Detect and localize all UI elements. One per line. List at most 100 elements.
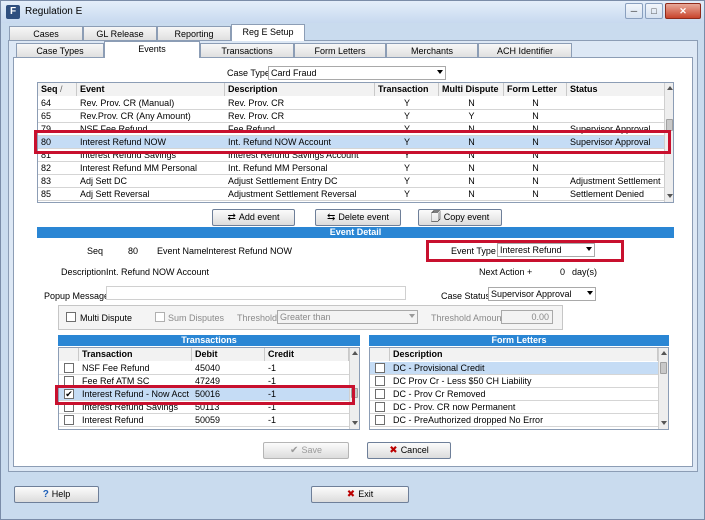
form-letters-grid: Description DC - Provisional Credit DC Pr… — [369, 347, 669, 430]
tab-form-letters[interactable]: Form Letters — [294, 43, 386, 58]
form-letter-row[interactable]: DC - PreAuthorized dropped No Error — [370, 414, 658, 427]
event-type-select[interactable]: Interest Refund — [497, 243, 595, 257]
multi-dispute-checkbox[interactable] — [66, 312, 76, 322]
title-bar[interactable]: F Regulation E ─ □ ✕ — [1, 1, 704, 23]
form-letter-row[interactable]: DC - Prov. CR now Permanent — [370, 401, 658, 414]
col-debit[interactable]: Debit — [192, 348, 265, 361]
seq-value[interactable]: 80 — [128, 246, 138, 256]
transaction-row[interactable]: Fee Ref ATM SC 47249 -1 — [59, 375, 349, 388]
form-letter-description: DC - Provisional Credit — [393, 363, 485, 373]
events-grid-scrollbar[interactable] — [664, 83, 673, 202]
transactions-scrollbar[interactable] — [349, 348, 359, 429]
form-letter-row[interactable]: DC - Provisional Credit — [370, 362, 658, 375]
col-form-letter[interactable]: Form Letter — [504, 83, 567, 96]
transaction-cell-transaction: Interest Refund Savings — [82, 402, 179, 412]
scroll-down-icon[interactable] — [661, 421, 667, 425]
event-row[interactable]: 80 Interest Refund NOW Int. Refund NOW Acc… — [38, 136, 665, 149]
maximize-icon[interactable]: □ — [645, 3, 663, 19]
event-cell-transaction: Y — [403, 98, 410, 108]
close-icon[interactable]: ✕ — [665, 3, 701, 19]
transaction-row[interactable]: Interest Refund Savings 50113 -1 — [59, 401, 349, 414]
col-description[interactable]: Description — [225, 83, 375, 96]
delete-event-button[interactable]: ⇆ Delete event — [315, 209, 401, 226]
transaction-checkbox[interactable] — [64, 363, 74, 373]
event-row[interactable]: 64 Rev. Prov. CR (Manual) Rev. Prov. CR Y N N — [38, 97, 665, 110]
transaction-checkbox[interactable] — [64, 415, 74, 425]
tab-case-types[interactable]: Case Types — [16, 43, 104, 58]
col-status[interactable]: Status — [567, 83, 665, 96]
scroll-thumb[interactable] — [666, 119, 673, 131]
tab-reporting[interactable]: Reporting — [157, 26, 231, 41]
event-row[interactable]: 81 Interest Refund Savings Interest Refund… — [38, 149, 665, 162]
form-letter-row[interactable]: DC - Prov Cr Removed — [370, 388, 658, 401]
col-seq[interactable]: Seq / — [38, 83, 77, 96]
tab-cases[interactable]: Cases — [9, 26, 83, 41]
event-cell-multi-dispute: N — [468, 150, 475, 160]
form-letter-checkbox[interactable] — [375, 363, 385, 373]
form-letters-scrollbar[interactable] — [658, 348, 668, 429]
scroll-up-icon[interactable] — [352, 351, 358, 355]
transaction-row[interactable]: NSF Fee Refund 45040 -1 — [59, 362, 349, 375]
popup-message-label: Popup Message — [44, 291, 110, 301]
case-type-select[interactable]: Card Fraud — [268, 66, 446, 80]
cancel-icon: ✖ — [389, 445, 398, 456]
form-letter-checkbox[interactable] — [375, 376, 385, 386]
event-row[interactable]: 83 Adj Sett DC Adjust Settlement Entry DC Y… — [38, 175, 665, 188]
exit-button[interactable]: ✖ Exit — [311, 486, 409, 503]
event-row[interactable]: 65 Rev.Prov. CR (Any Amount) Rev. Prov. CR… — [38, 110, 665, 123]
sum-disputes-checkbox[interactable] — [155, 312, 165, 322]
tab-ach-identifier[interactable]: ACH Identifier — [478, 43, 572, 58]
transaction-checkbox[interactable] — [64, 402, 74, 412]
tab-reg-e-setup[interactable]: Reg E Setup — [231, 24, 305, 41]
event-row[interactable]: 79 NSF Fee Refund Fee Refund Y N N Supervisor … — [38, 123, 665, 136]
event-cell-status — [567, 149, 665, 162]
transaction-cell-credit: -1 — [268, 402, 277, 412]
threshold-amount-input[interactable]: 0.00 — [501, 310, 553, 324]
event-row[interactable]: 85 Adj Sett Reversal Adjustment Settlement… — [38, 188, 665, 201]
form-letter-checkbox[interactable] — [375, 402, 385, 412]
col-event[interactable]: Event — [77, 83, 225, 96]
add-event-button[interactable]: ⇄ Add event — [212, 209, 295, 226]
scroll-down-icon[interactable] — [667, 194, 673, 198]
help-button[interactable]: ? Help — [14, 486, 99, 503]
copy-event-button[interactable]: 🗍 Copy event — [418, 209, 502, 226]
scroll-thumb[interactable] — [660, 362, 667, 374]
scroll-thumb[interactable] — [351, 388, 358, 398]
tab-merchants[interactable]: Merchants — [386, 43, 478, 58]
chevron-down-icon — [587, 291, 593, 295]
cancel-button[interactable]: ✖ Cancel — [367, 442, 451, 459]
transaction-row[interactable]: ✔ Interest Refund - Now Acct 50016 -1 — [59, 388, 349, 401]
transaction-row[interactable]: Interest Refund 50059 -1 — [59, 414, 349, 427]
save-button[interactable]: ✔ Save — [263, 442, 349, 459]
col-multi-dispute[interactable]: Multi Dispute — [439, 83, 504, 96]
threshold-select[interactable]: Greater than — [277, 310, 418, 324]
form-letter-checkbox[interactable] — [375, 389, 385, 399]
form-letter-checkbox[interactable] — [375, 415, 385, 425]
event-name-field[interactable]: Interest Refund NOW — [206, 246, 292, 256]
form-letter-row[interactable]: DC Prov Cr - Less $50 CH Liability — [370, 375, 658, 388]
transaction-checkbox[interactable] — [64, 376, 74, 386]
window-title: Regulation E — [25, 6, 83, 17]
col-credit[interactable]: Credit — [265, 348, 349, 361]
event-row[interactable]: 82 Interest Refund MM Personal Int. Refund… — [38, 162, 665, 175]
col-description[interactable]: Description — [390, 348, 658, 361]
minimize-icon[interactable]: ─ — [625, 3, 643, 19]
col-transaction[interactable]: Transaction — [79, 348, 192, 361]
case-status-select[interactable]: Supervisor Approval — [488, 287, 596, 301]
col-transaction[interactable]: Transaction — [375, 83, 439, 96]
next-action-value[interactable]: 0 — [560, 267, 565, 277]
tab-events[interactable]: Events — [104, 41, 200, 58]
tab-gl-release[interactable]: GL Release — [83, 26, 157, 41]
scroll-up-icon[interactable] — [667, 86, 673, 90]
popup-message-input[interactable] — [106, 286, 406, 300]
tab-transactions[interactable]: Transactions — [200, 43, 294, 58]
col-check — [370, 348, 390, 361]
transaction-cell-credit: -1 — [268, 389, 277, 399]
description-field[interactable]: Int. Refund NOW Account — [106, 267, 209, 277]
scroll-down-icon[interactable] — [352, 421, 358, 425]
transaction-checkbox[interactable]: ✔ — [64, 389, 74, 399]
form-letter-description: DC - PreAuthorized dropped No Error — [393, 415, 544, 425]
scroll-up-icon[interactable] — [661, 351, 667, 355]
threshold-label: Threshold — [237, 313, 278, 323]
form-letter-description: DC Prov Cr - Less $50 CH Liability — [393, 376, 532, 386]
